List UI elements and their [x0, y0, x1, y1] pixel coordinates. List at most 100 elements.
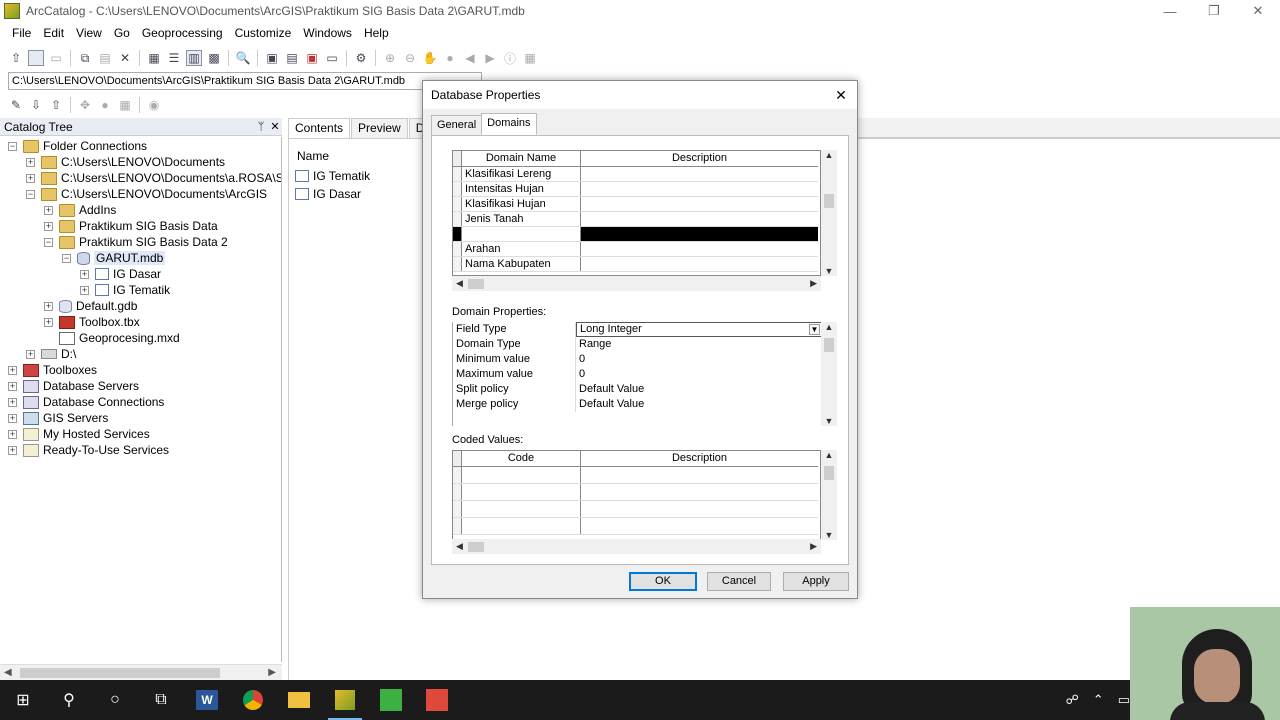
- tree-item[interactable]: − Folder Connections: [8, 138, 147, 154]
- list-item[interactable]: IG Dasar: [295, 187, 361, 201]
- table-row[interactable]: Arahan: [453, 242, 818, 257]
- column-header-code[interactable]: Code: [462, 451, 581, 466]
- description-cell[interactable]: [581, 227, 818, 241]
- tree-item[interactable]: + Ready-To-Use Services: [8, 442, 169, 458]
- layout-icon[interactable]: ▦: [117, 97, 133, 113]
- table-row[interactable]: [453, 467, 818, 484]
- scroll-right-icon[interactable]: ▶: [810, 539, 817, 554]
- tab-general[interactable]: General: [431, 115, 483, 137]
- scroll-up-icon[interactable]: ▲: [821, 150, 837, 160]
- minimize-button[interactable]: —: [1148, 0, 1192, 22]
- coded-values-hscroll[interactable]: ◀ ▶: [452, 539, 821, 554]
- tree-item[interactable]: + C:\Users\LENOVO\Documents: [26, 154, 225, 170]
- menu-geoprocessing[interactable]: Geoprocessing: [136, 26, 229, 40]
- domain-name-cell[interactable]: Klasifikasi Hujan: [462, 197, 581, 211]
- identify-icon[interactable]: ⓘ: [502, 50, 518, 66]
- code-cell[interactable]: [462, 467, 581, 483]
- menu-view[interactable]: View: [70, 26, 108, 40]
- domain-name-cell[interactable]: [462, 227, 581, 241]
- property-value[interactable]: Default Value: [576, 382, 822, 397]
- pin-icon[interactable]: ᛘ: [254, 121, 268, 133]
- back-icon[interactable]: ◀: [462, 50, 478, 66]
- table-row[interactable]: Intensitas Hujan: [453, 182, 818, 197]
- description-cell[interactable]: [581, 467, 818, 483]
- close-window-button[interactable]: ✕: [1236, 0, 1280, 22]
- column-header-domain-name[interactable]: Domain Name: [462, 151, 581, 166]
- tree-item[interactable]: + AddIns: [44, 202, 116, 218]
- cortana-icon[interactable]: ○: [92, 680, 138, 720]
- tree-item[interactable]: + Praktikum SIG Basis Data: [44, 218, 218, 234]
- command-line-icon[interactable]: ▭: [324, 50, 340, 66]
- tree-item[interactable]: − GARUT.mdb: [62, 250, 166, 266]
- description-cell[interactable]: [581, 242, 818, 256]
- expand-toggle-icon[interactable]: +: [44, 301, 53, 311]
- expand-toggle-icon[interactable]: +: [44, 221, 53, 231]
- restore-button[interactable]: ❐: [1192, 0, 1236, 22]
- tree-item[interactable]: + C:\Users\LENOVO\Documents\a.ROSA\S3\3: [26, 170, 281, 186]
- expand-toggle-icon[interactable]: +: [80, 269, 89, 279]
- property-value[interactable]: Range: [576, 337, 822, 352]
- tab-contents[interactable]: Contents: [288, 118, 351, 138]
- row-selector[interactable]: [453, 227, 462, 241]
- properties-vscroll[interactable]: ▲ ▼: [821, 322, 837, 426]
- scroll-left-icon[interactable]: ◀: [456, 539, 463, 554]
- full-extent-icon[interactable]: ●: [442, 50, 458, 66]
- expand-toggle-icon[interactable]: +: [8, 429, 17, 439]
- expand-toggle-icon[interactable]: +: [8, 397, 17, 407]
- code-cell[interactable]: [462, 501, 581, 517]
- expand-toggle-icon[interactable]: −: [26, 189, 35, 199]
- paste-icon[interactable]: ▤: [97, 50, 113, 66]
- georeference-icon[interactable]: ✥: [77, 97, 93, 113]
- menu-file[interactable]: File: [6, 26, 37, 40]
- tree-item[interactable]: − C:\Users\LENOVO\Documents\ArcGIS: [26, 186, 267, 202]
- scroll-thumb[interactable]: [824, 466, 834, 480]
- tree-item[interactable]: Geoprocesing.mxd: [44, 330, 180, 346]
- import-metadata-icon[interactable]: ⇩: [28, 97, 44, 113]
- domains-grid-hscroll[interactable]: ◀ ▶: [452, 276, 821, 291]
- property-row[interactable]: Maximum value 0: [453, 367, 822, 382]
- field-type-select[interactable]: Long Integer ▼: [576, 322, 822, 337]
- description-cell[interactable]: [581, 257, 818, 271]
- camtasia-red-icon[interactable]: [414, 680, 460, 720]
- description-cell[interactable]: [581, 518, 818, 534]
- menu-go[interactable]: Go: [108, 26, 136, 40]
- property-row[interactable]: Merge policy Default Value: [453, 397, 822, 412]
- expand-toggle-icon[interactable]: +: [8, 381, 17, 391]
- delete-icon[interactable]: ✕: [117, 50, 133, 66]
- expand-toggle-icon[interactable]: +: [26, 157, 35, 167]
- expand-toggle-icon[interactable]: −: [62, 253, 71, 263]
- table-row[interactable]: Klasifikasi Hujan: [453, 197, 818, 212]
- forward-icon[interactable]: ▶: [482, 50, 498, 66]
- tree-item[interactable]: + D:\: [26, 346, 76, 362]
- tree-item[interactable]: + Database Servers: [8, 378, 139, 394]
- arctoolbox-icon[interactable]: ▤: [284, 50, 300, 66]
- coded-values-vscroll[interactable]: ▲ ▼: [821, 450, 837, 540]
- create-thumbnail-icon[interactable]: ▦: [522, 50, 538, 66]
- list-item[interactable]: IG Tematik: [295, 169, 370, 183]
- description-cell[interactable]: [581, 212, 818, 226]
- zoom-out-icon[interactable]: ⊖: [402, 50, 418, 66]
- tree-item[interactable]: + Database Connections: [8, 394, 164, 410]
- tree-item[interactable]: + IG Dasar: [80, 266, 161, 282]
- property-row[interactable]: Field Type Long Integer ▼: [453, 322, 822, 337]
- tab-domains[interactable]: Domains: [481, 113, 537, 135]
- row-selector[interactable]: [453, 197, 462, 211]
- network-icon[interactable]: ▭: [1118, 692, 1130, 708]
- file-explorer-icon[interactable]: [276, 680, 322, 720]
- toolbox-red-icon[interactable]: ▣: [304, 50, 320, 66]
- chrome-icon[interactable]: [230, 680, 276, 720]
- tree-item[interactable]: + Default.gdb: [44, 298, 137, 314]
- close-panel-icon[interactable]: ✕: [268, 120, 282, 133]
- thumbnails-icon[interactable]: ▩: [206, 50, 222, 66]
- model-builder-icon[interactable]: ⚙: [353, 50, 369, 66]
- search-icon[interactable]: ⚲: [46, 680, 92, 720]
- property-value[interactable]: Default Value: [576, 397, 822, 412]
- column-header-description[interactable]: Description: [581, 451, 818, 466]
- chevron-down-icon[interactable]: ▼: [809, 324, 820, 335]
- scroll-right-icon[interactable]: ▶: [810, 276, 817, 291]
- expand-toggle-icon[interactable]: +: [8, 413, 17, 423]
- expand-toggle-icon[interactable]: +: [44, 205, 53, 215]
- edit-metadata-icon[interactable]: ✎: [8, 97, 24, 113]
- expand-toggle-icon[interactable]: +: [26, 349, 35, 359]
- expand-toggle-icon[interactable]: +: [44, 317, 53, 327]
